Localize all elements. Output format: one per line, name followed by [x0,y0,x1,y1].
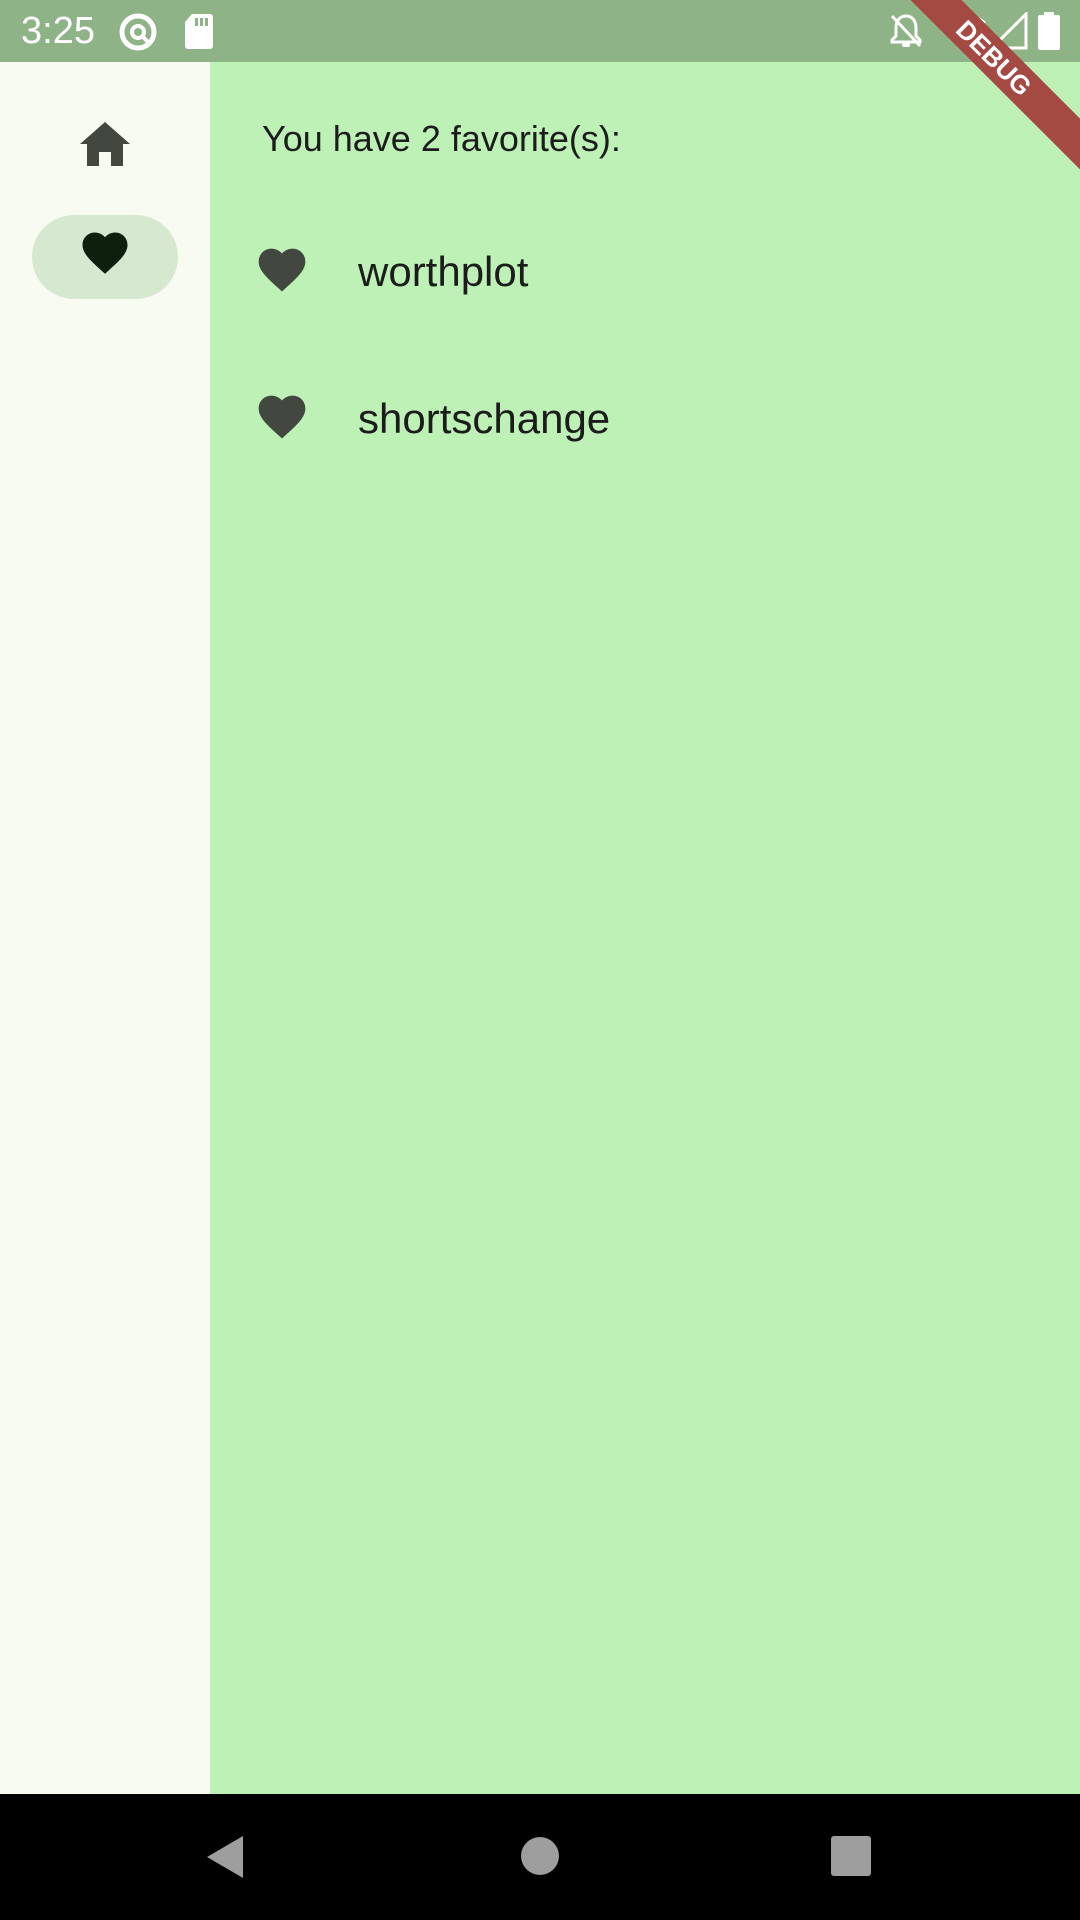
favorite-word: worthplot [358,247,529,295]
favorites-count-header: You have 2 favorite(s): [262,118,621,159]
back-icon[interactable] [205,1834,245,1885]
home-icon [78,120,132,173]
nav-rail-home[interactable] [32,104,178,188]
favorites-list: worthplot shortschange [210,248,1080,492]
sd-card-icon [184,12,214,55]
heart-icon [254,393,310,445]
list-item[interactable]: worthplot [210,198,1080,345]
system-navigation-bar [0,1794,1080,1920]
at-sign-icon [118,12,158,57]
nav-rail-favorites[interactable] [32,215,178,299]
heart-icon [78,230,132,285]
bell-off-icon [888,12,924,55]
recents-icon[interactable] [831,1836,871,1881]
home-circle-icon[interactable] [520,1836,560,1881]
list-item[interactable]: shortschange [210,345,1080,492]
battery-icon [1038,12,1060,55]
heart-icon [254,246,310,298]
status-time: 3:25 [21,10,95,52]
favorite-word: shortschange [358,394,611,442]
navigation-rail [0,62,210,1794]
favorites-page: You have 2 favorite(s): worthplot shorts… [210,62,1080,1794]
status-bar: 3:25 [0,0,1080,62]
